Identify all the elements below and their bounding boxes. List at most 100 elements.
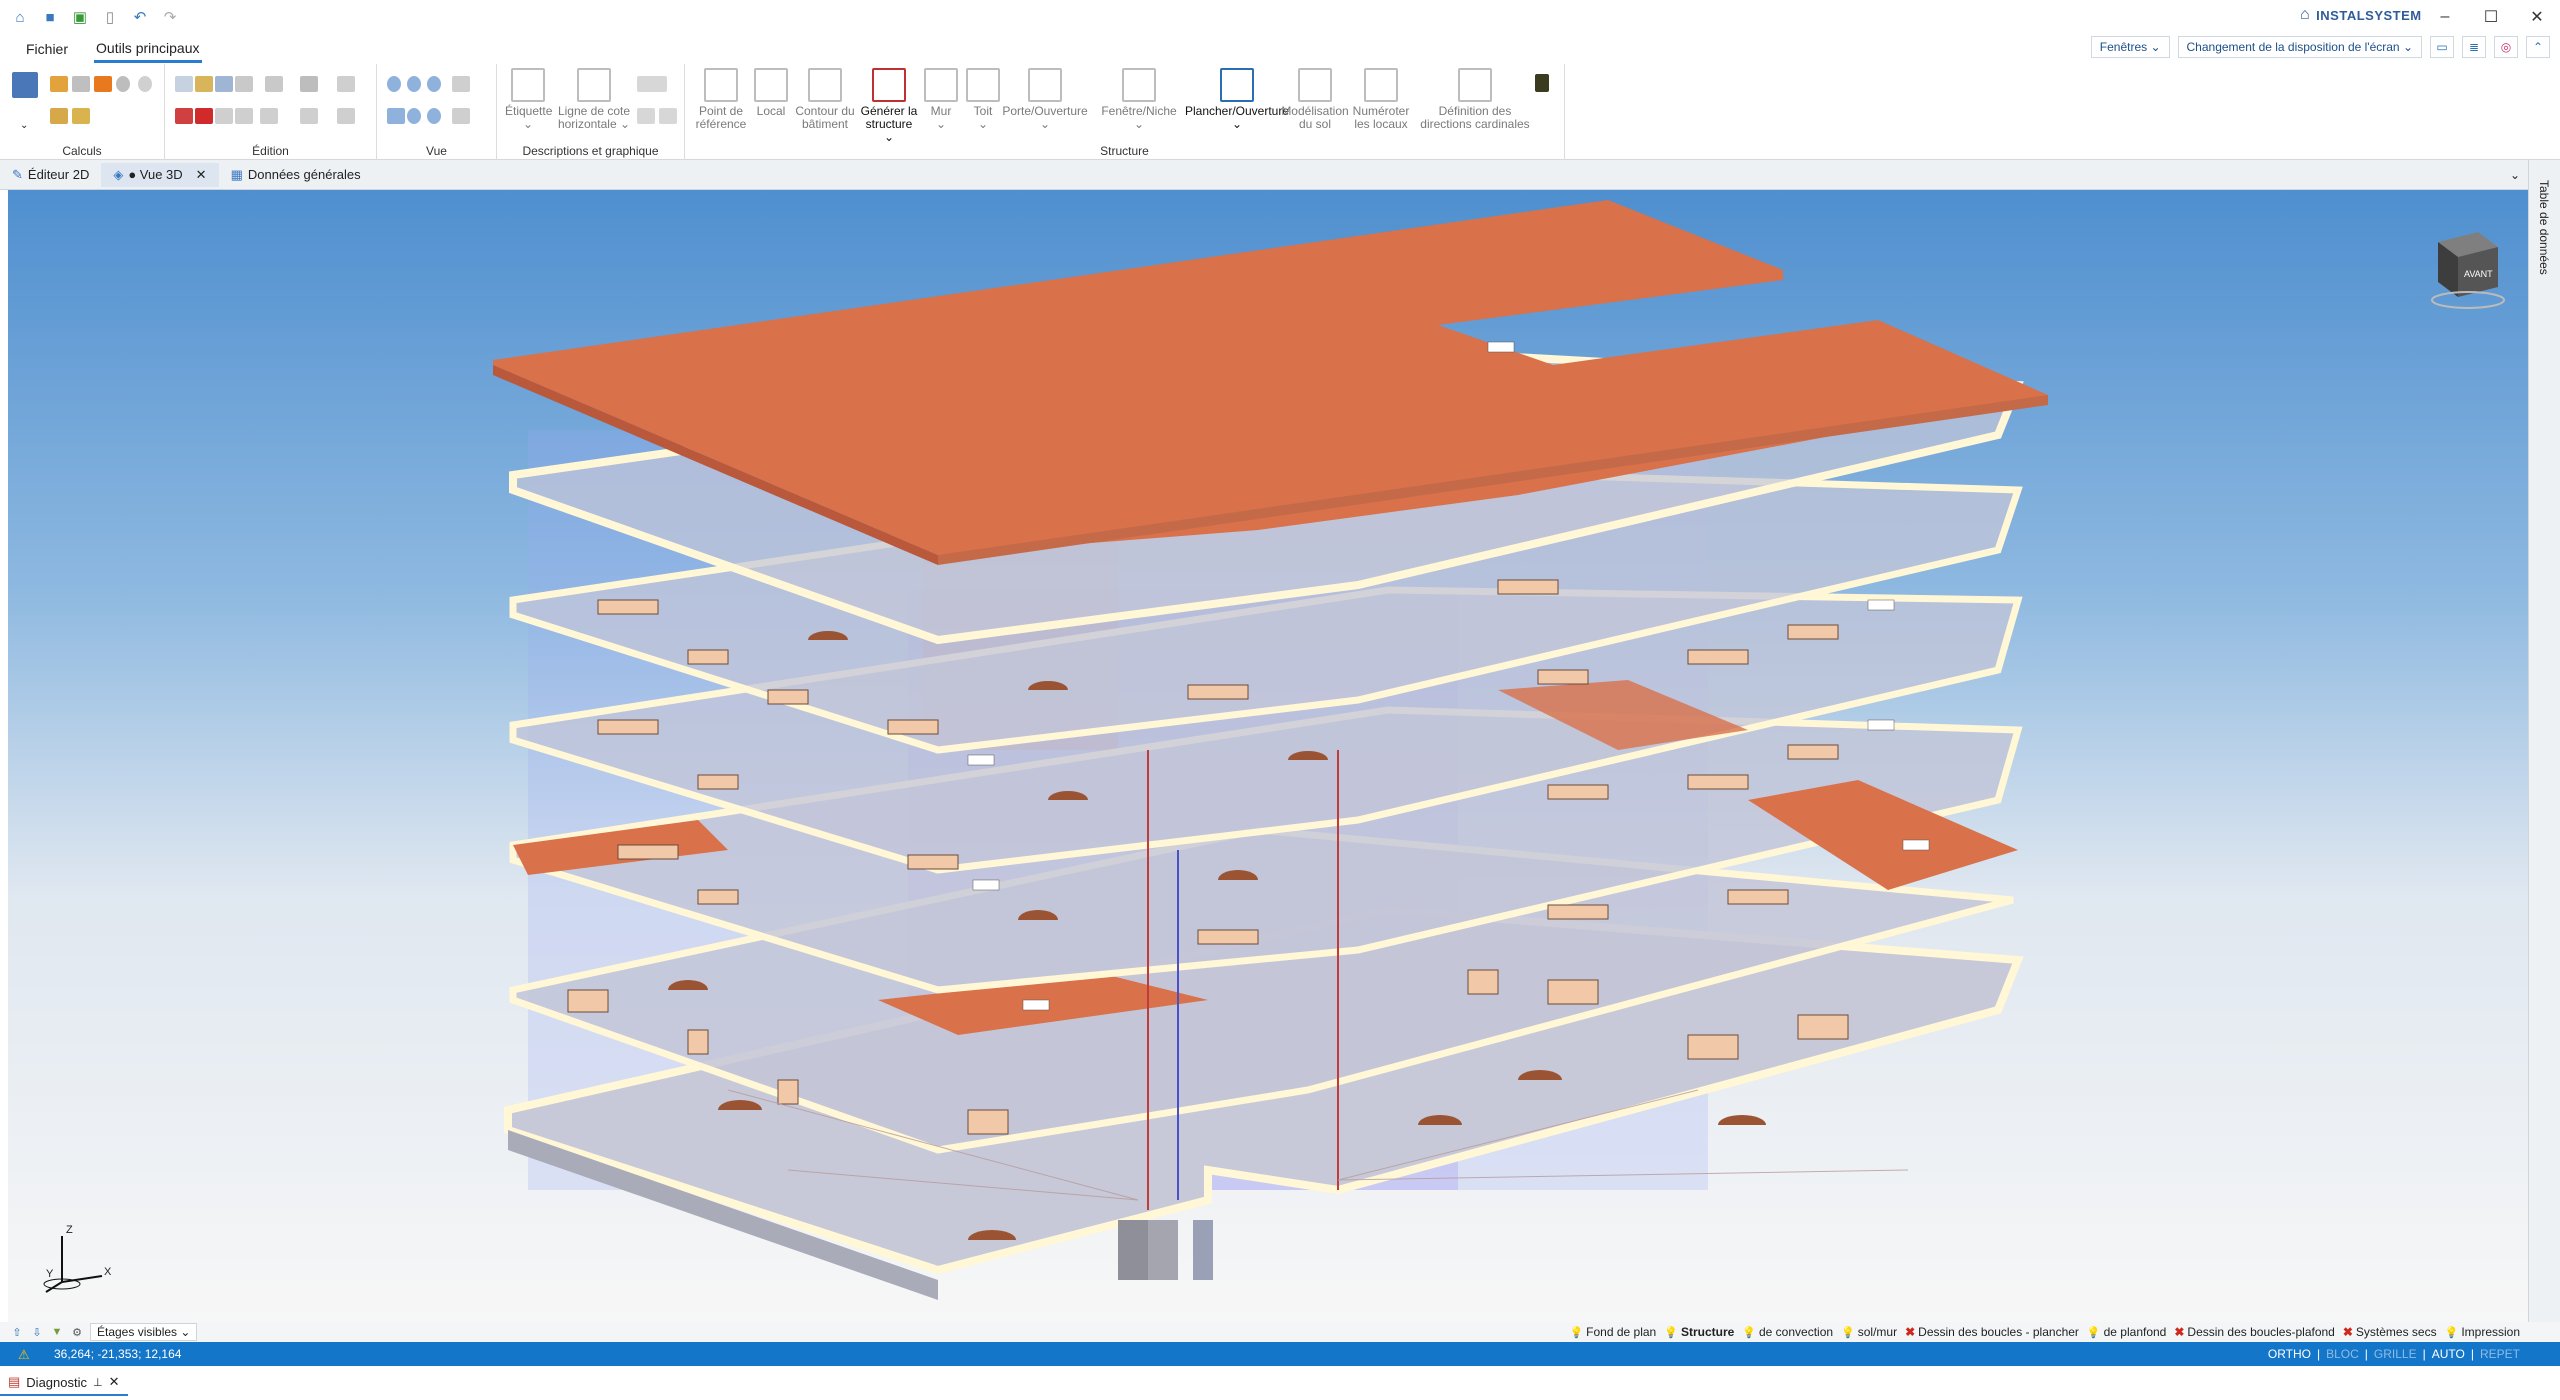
mode-toggle[interactable]: ORTHO (2268, 1347, 2311, 1361)
calc-icon-3[interactable] (94, 76, 112, 92)
text-style-icon[interactable] (637, 76, 667, 92)
zoom-extents-icon[interactable] (427, 108, 441, 124)
layer-toggle[interactable]: 💡 de convection (1742, 1325, 1833, 1339)
align-icon[interactable] (265, 76, 283, 92)
radiator-icon[interactable] (50, 108, 68, 124)
etiquette-button[interactable]: Étiquette ⌄ (505, 68, 552, 131)
floor-settings-icon[interactable]: ⚙ (70, 1325, 84, 1339)
close-tab-icon[interactable]: ✕ (196, 167, 207, 183)
save-all-icon[interactable]: ▣ (70, 7, 90, 27)
status-bar: ⚠ 36,264; -21,353; 12,164 ORTHO | BLOC | GRI… (0, 1342, 2560, 1366)
tabs-overflow-chevron-icon[interactable]: ⌄ (2510, 168, 2520, 182)
palette-icon[interactable]: ◎ (2494, 36, 2518, 58)
view-mode-icon[interactable] (452, 76, 470, 92)
properties-icon[interactable] (300, 76, 318, 92)
redo-icon[interactable]: ↷ (160, 7, 180, 27)
layer-toggle[interactable]: 💡 Fond de plan (1569, 1325, 1656, 1339)
floor-filter-icon[interactable]: ▼ (50, 1325, 64, 1339)
join-icon[interactable] (300, 108, 318, 124)
delete-icon[interactable] (195, 108, 213, 124)
mirror-icon[interactable] (235, 76, 253, 92)
hatch-icon[interactable] (637, 108, 655, 124)
rotate-icon[interactable] (215, 76, 233, 92)
pipe-icon[interactable] (72, 108, 90, 124)
layout-dropdown[interactable]: Changement de la disposition de l'écran … (2177, 36, 2422, 58)
paste-icon[interactable] (195, 76, 213, 92)
local-button[interactable]: Local (751, 68, 791, 118)
diagnostic-tab[interactable]: ▤ Diagnostic ⊥ ✕ (0, 1370, 128, 1396)
radiator (697, 889, 739, 905)
copy-icon[interactable] (175, 76, 193, 92)
layer-toggle[interactable]: ✖ Dessin des boucles - plancher (1905, 1325, 2079, 1339)
close-diagnostic-icon[interactable]: ✕ (109, 1374, 120, 1390)
calculation-table-icon[interactable] (12, 72, 38, 98)
warning-icon[interactable]: ⚠ (18, 1347, 34, 1362)
mode-toggle[interactable]: GRILLE (2374, 1347, 2417, 1361)
tab-vue-3d[interactable]: ◈ ● Vue 3D ✕ (101, 162, 219, 187)
layer-toggle[interactable]: 💡 Impression (2445, 1325, 2520, 1339)
zoom-previous-icon[interactable] (407, 108, 421, 124)
zoom-out-icon[interactable] (407, 76, 421, 92)
generer-structure-button[interactable]: Générer la structure ⌄ (859, 68, 919, 144)
boiler-equipment[interactable] (1118, 1220, 1213, 1280)
contour-batiment-button[interactable]: Contour du bâtiment (793, 68, 857, 131)
calc-icon-1[interactable] (50, 76, 68, 92)
new-document-icon[interactable]: ▯ (100, 7, 120, 27)
directions-cardinales-button[interactable]: Définition des directions cardinales (1415, 68, 1535, 131)
mode-toggle[interactable]: BLOC (2326, 1347, 2359, 1361)
undo-icon[interactable]: ↶ (130, 7, 150, 27)
line-icon[interactable] (337, 76, 355, 92)
layer-toggle[interactable]: 💡 de planfond (2087, 1325, 2166, 1339)
ligne-cote-button[interactable]: Ligne de cote horizontale ⌄ (557, 68, 631, 131)
navigation-cube[interactable]: AVANT (2428, 222, 2508, 312)
group-icon[interactable] (260, 108, 278, 124)
windows-dropdown[interactable]: Fenêtres ⌄ (2090, 36, 2170, 58)
save-icon[interactable]: ■ (40, 7, 60, 27)
move-icon[interactable] (215, 108, 233, 124)
array-icon[interactable] (235, 108, 253, 124)
drop-icon-1[interactable] (116, 76, 130, 92)
dropdown-chevron-icon[interactable]: ⌄ (20, 120, 30, 131)
cut-icon[interactable] (175, 108, 193, 124)
tab-editeur-2d[interactable]: ✎ Éditeur 2D (0, 163, 101, 187)
calc-icon-2[interactable] (72, 76, 90, 92)
mode-toggle[interactable]: AUTO (2432, 1347, 2465, 1361)
select-icon[interactable] (337, 108, 355, 124)
monitor-icon[interactable]: ▭ (2430, 36, 2454, 58)
pin-icon[interactable]: ⊥ (93, 1376, 103, 1389)
tab-outils-principaux[interactable]: Outils principaux (94, 36, 202, 63)
tab-fichier[interactable]: Fichier (24, 37, 70, 61)
layer-toggle[interactable]: 💡 Structure (1664, 1325, 1734, 1339)
porte-ouverture-button[interactable]: Porte/Ouverture ⌄ (995, 68, 1095, 131)
tab-editeur-2d-label: Éditeur 2D (27, 167, 90, 182)
floor-down-icon[interactable]: ⇩ (30, 1325, 44, 1339)
zoom-all-icon[interactable] (387, 108, 405, 124)
zoom-window-icon[interactable] (427, 76, 441, 92)
layer-toggle[interactable]: ✖ Systèmes secs (2343, 1325, 2437, 1339)
layer-toggle[interactable]: 💡 sol/mur (1841, 1325, 1897, 1339)
layers-icon[interactable]: ≣ (2462, 36, 2486, 58)
mur-button[interactable]: Mur ⌄ (921, 68, 961, 131)
floor-up-icon[interactable]: ⇧ (10, 1325, 24, 1339)
point-reference-button[interactable]: Point de référence (695, 68, 747, 131)
tab-donnees-generales[interactable]: ▦ Données générales (219, 163, 373, 187)
layer-toggle[interactable]: ✖ Dessin des boucles-plafond (2174, 1325, 2334, 1339)
numeroter-locaux-button[interactable]: Numéroter les locaux (1349, 68, 1413, 131)
pan-icon[interactable] (452, 108, 470, 124)
collapse-ribbon-icon[interactable]: ⌃ (2526, 36, 2550, 58)
drop-icon-2[interactable] (138, 76, 152, 92)
modelisation-sol-button[interactable]: Modélisation du sol (1275, 68, 1355, 131)
visible-floors-dropdown[interactable]: Étages visibles ⌄ (90, 1323, 198, 1341)
graphics-icon[interactable] (659, 108, 677, 124)
close-icon[interactable]: ✕ (2514, 0, 2560, 34)
extra-structure-icon[interactable] (1535, 74, 1549, 92)
home-icon[interactable]: ⌂ (10, 7, 30, 27)
side-panel-title[interactable]: Table de données (2537, 180, 2551, 275)
mode-toggle[interactable]: REPET (2480, 1347, 2520, 1361)
minimize-icon[interactable]: – (2422, 0, 2468, 34)
building-3d-model[interactable] (8, 190, 2528, 1322)
data-table-side-panel[interactable]: Table de données (2528, 160, 2560, 1322)
zoom-in-icon[interactable] (387, 76, 401, 92)
maximize-icon[interactable]: ☐ (2468, 0, 2514, 34)
3d-viewport[interactable]: AVANT Z Y X (8, 190, 2528, 1322)
